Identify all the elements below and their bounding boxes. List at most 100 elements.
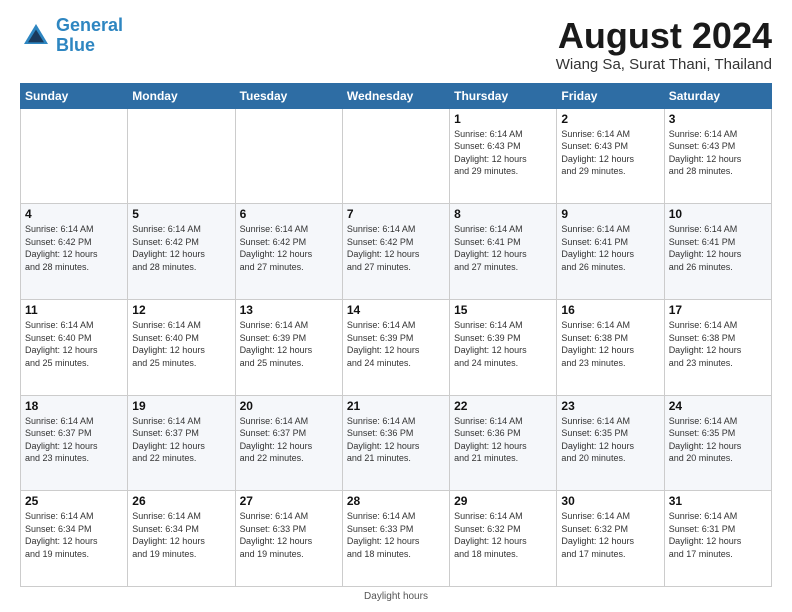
day-info: Sunrise: 6:14 AM Sunset: 6:40 PM Dayligh…: [25, 319, 123, 369]
day-number: 10: [669, 207, 767, 221]
day-info: Sunrise: 6:14 AM Sunset: 6:40 PM Dayligh…: [132, 319, 230, 369]
day-info: Sunrise: 6:14 AM Sunset: 6:34 PM Dayligh…: [25, 510, 123, 560]
subtitle: Wiang Sa, Surat Thani, Thailand: [556, 56, 772, 73]
week-row-1: 4 Sunrise: 6:14 AM Sunset: 6:42 PM Daylig…: [21, 204, 772, 300]
day-cell: 19 Sunrise: 6:14 AM Sunset: 6:37 PM Dayli…: [128, 395, 235, 491]
main-title: August 2024: [556, 16, 772, 56]
day-number: 2: [561, 112, 659, 126]
col-header-wednesday: Wednesday: [342, 83, 449, 108]
day-cell: 18 Sunrise: 6:14 AM Sunset: 6:37 PM Dayli…: [21, 395, 128, 491]
day-cell: 12 Sunrise: 6:14 AM Sunset: 6:40 PM Dayli…: [128, 299, 235, 395]
day-cell: 22 Sunrise: 6:14 AM Sunset: 6:36 PM Dayli…: [450, 395, 557, 491]
col-header-friday: Friday: [557, 83, 664, 108]
day-info: Sunrise: 6:14 AM Sunset: 6:39 PM Dayligh…: [347, 319, 445, 369]
week-row-2: 11 Sunrise: 6:14 AM Sunset: 6:40 PM Dayli…: [21, 299, 772, 395]
day-info: Sunrise: 6:14 AM Sunset: 6:33 PM Dayligh…: [240, 510, 338, 560]
day-cell: 11 Sunrise: 6:14 AM Sunset: 6:40 PM Dayli…: [21, 299, 128, 395]
day-number: 24: [669, 399, 767, 413]
day-number: 25: [25, 494, 123, 508]
day-number: 6: [240, 207, 338, 221]
logo-line2: Blue: [56, 35, 95, 55]
day-cell: 1 Sunrise: 6:14 AM Sunset: 6:43 PM Daylig…: [450, 108, 557, 204]
day-cell: [342, 108, 449, 204]
day-cell: 13Sunrise: 6:14 AM Sunset: 6:39 PM Dayli…: [235, 299, 342, 395]
day-cell: 20 Sunrise: 6:14 AM Sunset: 6:37 PM Dayli…: [235, 395, 342, 491]
day-number: 22: [454, 399, 552, 413]
page: General Blue August 2024 Wiang Sa, Surat…: [0, 0, 792, 612]
day-number: 7: [347, 207, 445, 221]
day-number: 19: [132, 399, 230, 413]
day-cell: 4 Sunrise: 6:14 AM Sunset: 6:42 PM Daylig…: [21, 204, 128, 300]
day-cell: 23Sunrise: 6:14 AM Sunset: 6:35 PM Dayli…: [557, 395, 664, 491]
day-cell: 3 Sunrise: 6:14 AM Sunset: 6:43 PM Daylig…: [664, 108, 771, 204]
day-number: 29: [454, 494, 552, 508]
day-info: Sunrise: 6:14 AM Sunset: 6:37 PM Dayligh…: [240, 415, 338, 465]
col-header-monday: Monday: [128, 83, 235, 108]
day-number: 18: [25, 399, 123, 413]
day-number: 23: [561, 399, 659, 413]
day-number: 21: [347, 399, 445, 413]
day-cell: 2 Sunrise: 6:14 AM Sunset: 6:43 PM Daylig…: [557, 108, 664, 204]
day-cell: 27 Sunrise: 6:14 AM Sunset: 6:33 PM Dayli…: [235, 491, 342, 587]
day-info: Sunrise: 6:14 AM Sunset: 6:31 PM Dayligh…: [669, 510, 767, 560]
day-info: Sunrise: 6:14 AM Sunset: 6:32 PM Dayligh…: [561, 510, 659, 560]
day-number: 12: [132, 303, 230, 317]
col-header-saturday: Saturday: [664, 83, 771, 108]
day-info: Sunrise: 6:14 AM Sunset: 6:38 PM Dayligh…: [669, 319, 767, 369]
day-info: Sunrise: 6:14 AM Sunset: 6:37 PM Dayligh…: [25, 415, 123, 465]
day-cell: 16Sunrise: 6:14 AM Sunset: 6:38 PM Dayli…: [557, 299, 664, 395]
day-info: Sunrise: 6:14 AM Sunset: 6:36 PM Dayligh…: [454, 415, 552, 465]
day-info: Sunrise: 6:14 AM Sunset: 6:33 PM Dayligh…: [347, 510, 445, 560]
day-cell: 24Sunrise: 6:14 AM Sunset: 6:35 PM Dayli…: [664, 395, 771, 491]
day-cell: [21, 108, 128, 204]
week-row-4: 25 Sunrise: 6:14 AM Sunset: 6:34 PM Dayli…: [21, 491, 772, 587]
logo-text: General Blue: [56, 16, 123, 56]
calendar-table: SundayMondayTuesdayWednesdayThursdayFrid…: [20, 83, 772, 587]
day-info: Sunrise: 6:14 AM Sunset: 6:41 PM Dayligh…: [454, 223, 552, 273]
day-number: 5: [132, 207, 230, 221]
week-row-3: 18 Sunrise: 6:14 AM Sunset: 6:37 PM Dayli…: [21, 395, 772, 491]
day-cell: 17 Sunrise: 6:14 AM Sunset: 6:38 PM Dayli…: [664, 299, 771, 395]
week-row-0: 1 Sunrise: 6:14 AM Sunset: 6:43 PM Daylig…: [21, 108, 772, 204]
day-info: Sunrise: 6:14 AM Sunset: 6:42 PM Dayligh…: [347, 223, 445, 273]
day-info: Sunrise: 6:14 AM Sunset: 6:43 PM Dayligh…: [454, 128, 552, 178]
day-number: 15: [454, 303, 552, 317]
day-cell: 21 Sunrise: 6:14 AM Sunset: 6:36 PM Dayli…: [342, 395, 449, 491]
day-info: Sunrise: 6:14 AM Sunset: 6:43 PM Dayligh…: [669, 128, 767, 178]
day-number: 17: [669, 303, 767, 317]
day-number: 31: [669, 494, 767, 508]
day-cell: [128, 108, 235, 204]
day-number: 28: [347, 494, 445, 508]
day-info: Sunrise: 6:14 AM Sunset: 6:32 PM Dayligh…: [454, 510, 552, 560]
day-number: 3: [669, 112, 767, 126]
day-info: Sunrise: 6:14 AM Sunset: 6:42 PM Dayligh…: [240, 223, 338, 273]
day-info: Sunrise: 6:14 AM Sunset: 6:37 PM Dayligh…: [132, 415, 230, 465]
calendar-header-row: SundayMondayTuesdayWednesdayThursdayFrid…: [21, 83, 772, 108]
day-info: Sunrise: 6:14 AM Sunset: 6:39 PM Dayligh…: [454, 319, 552, 369]
col-header-sunday: Sunday: [21, 83, 128, 108]
day-cell: 29 Sunrise: 6:14 AM Sunset: 6:32 PM Dayli…: [450, 491, 557, 587]
day-number: 1: [454, 112, 552, 126]
day-cell: 8 Sunrise: 6:14 AM Sunset: 6:41 PM Daylig…: [450, 204, 557, 300]
day-number: 4: [25, 207, 123, 221]
day-cell: 6 Sunrise: 6:14 AM Sunset: 6:42 PM Daylig…: [235, 204, 342, 300]
day-number: 16: [561, 303, 659, 317]
day-cell: 5 Sunrise: 6:14 AM Sunset: 6:42 PM Daylig…: [128, 204, 235, 300]
day-cell: 31 Sunrise: 6:14 AM Sunset: 6:31 PM Dayli…: [664, 491, 771, 587]
day-info: Sunrise: 6:14 AM Sunset: 6:36 PM Dayligh…: [347, 415, 445, 465]
day-number: 8: [454, 207, 552, 221]
day-number: 27: [240, 494, 338, 508]
day-info: Sunrise: 6:14 AM Sunset: 6:42 PM Dayligh…: [132, 223, 230, 273]
day-info: Sunrise: 6:14 AM Sunset: 6:41 PM Dayligh…: [669, 223, 767, 273]
title-block: August 2024 Wiang Sa, Surat Thani, Thail…: [556, 16, 772, 73]
day-number: 20: [240, 399, 338, 413]
day-info: Sunrise: 6:14 AM Sunset: 6:34 PM Dayligh…: [132, 510, 230, 560]
day-info: Sunrise: 6:14 AM Sunset: 6:42 PM Dayligh…: [25, 223, 123, 273]
logo: General Blue: [20, 16, 123, 56]
col-header-tuesday: Tuesday: [235, 83, 342, 108]
day-number: 11: [25, 303, 123, 317]
day-info: Sunrise: 6:14 AM Sunset: 6:43 PM Dayligh…: [561, 128, 659, 178]
day-info: Sunrise: 6:14 AM Sunset: 6:39 PM Dayligh…: [240, 319, 338, 369]
day-cell: 15 Sunrise: 6:14 AM Sunset: 6:39 PM Dayli…: [450, 299, 557, 395]
day-number: 30: [561, 494, 659, 508]
